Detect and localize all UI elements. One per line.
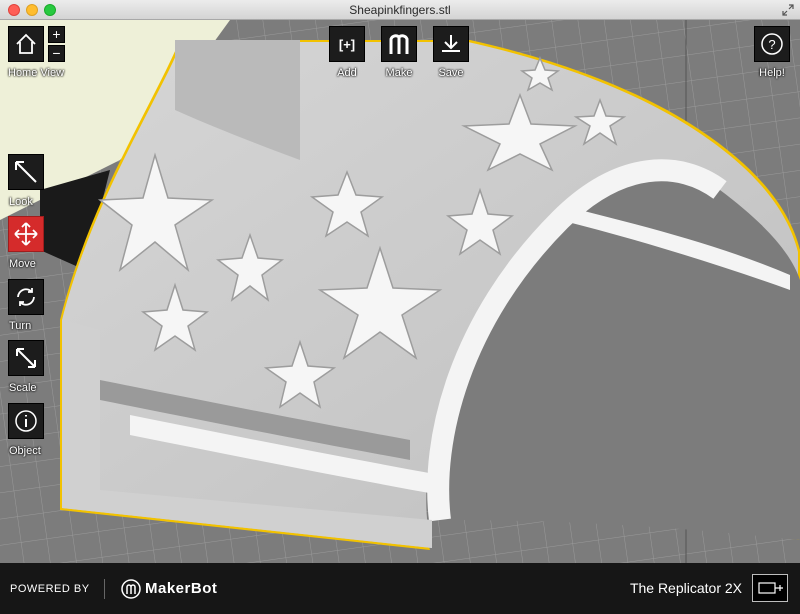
object-label: Object [9,445,41,457]
save-download-icon [442,35,460,52]
help-icon: ? [761,33,783,55]
footer-divider [104,579,105,599]
save-button[interactable] [433,26,469,62]
move-label: Move [9,258,36,270]
zoom-out-button[interactable]: − [48,45,65,62]
object-tool-button[interactable] [8,403,44,439]
home-view-button[interactable] [8,26,44,62]
add-label: Add [337,67,357,79]
makerbot-m-icon [389,34,409,54]
fullscreen-icon[interactable] [782,4,794,16]
printer-connection-button[interactable] [752,574,788,602]
powered-by-text: POWERED BY [10,583,90,595]
look-icon [15,161,37,183]
add-button[interactable]: [+] [329,26,365,62]
help-label: Help! [759,67,785,79]
scale-tool-button[interactable] [8,340,44,376]
turn-tool-button[interactable] [8,279,44,315]
home-icon [16,33,36,54]
scene-render [0,20,800,563]
object-info-icon [15,410,37,432]
makerbot-logo-icon [121,579,141,599]
zoom-in-button[interactable]: + [48,26,65,43]
move-icon [14,222,38,246]
window-titlebar: Sheapinkfingers.stl [0,0,800,20]
window-title: Sheapinkfingers.stl [349,3,451,17]
make-button[interactable] [381,26,417,62]
printer-name: The Replicator 2X [629,580,742,596]
makerbot-brand: MakerBot [145,580,218,597]
build-viewport[interactable]: + − Home View [+] Add Make Save ? Help! … [0,20,800,563]
save-label: Save [438,67,464,79]
move-tool-button[interactable] [8,216,44,252]
printer-icon [758,582,783,594]
scale-label: Scale [9,382,37,394]
help-button[interactable]: ? [754,26,790,62]
turn-label: Turn [9,320,32,332]
add-icon: [+] [338,36,356,52]
look-tool-button[interactable] [8,154,44,190]
turn-icon [17,288,35,306]
make-label: Make [385,67,413,79]
scale-icon [16,348,36,368]
look-label: Look [9,196,33,208]
svg-text:?: ? [768,37,775,52]
home-view-label: Home View [8,67,65,79]
footer-bar: POWERED BY MakerBot The Replicator 2X [0,563,800,614]
